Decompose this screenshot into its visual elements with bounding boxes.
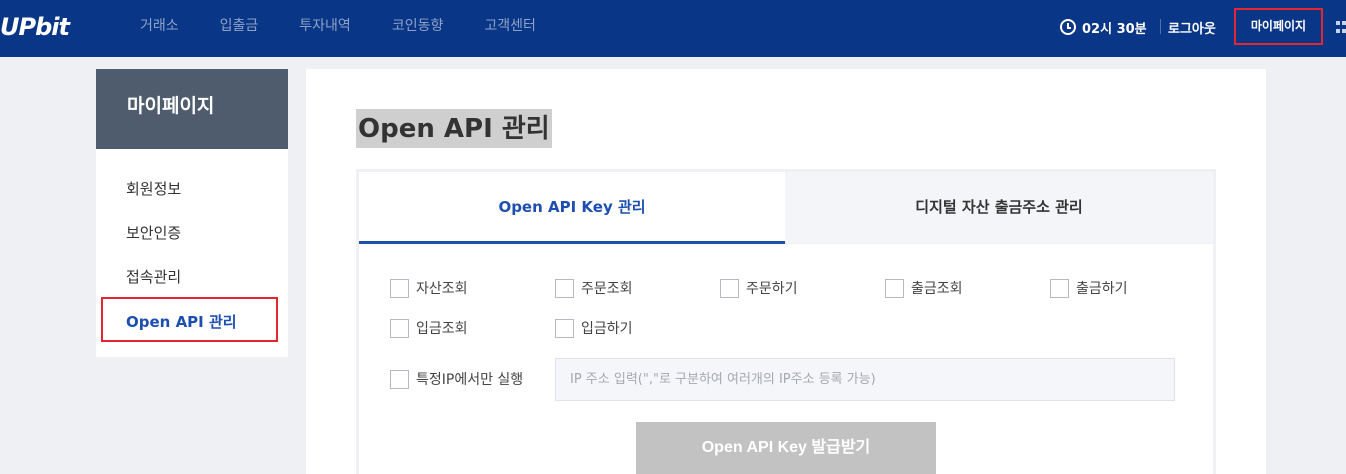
sidebar-item-access[interactable]: 접속관리 [126,266,181,287]
checkbox-ip-only[interactable]: 특정IP에서만 실행 [390,369,523,389]
sidebar-item-open-api[interactable]: Open API 관리 [126,311,237,332]
nav-exchange[interactable]: 거래소 [140,0,179,57]
checkbox-withdraw-view[interactable]: 출금조회 [885,278,963,298]
checkbox-label: 자산조회 [416,281,468,297]
session-timer-text: 02시 30분 [1082,21,1147,37]
main-nav: 거래소 입출금 투자내역 코인동향 고객센터 [140,0,577,57]
checkbox-withdraw[interactable]: 출금하기 [1050,278,1128,298]
checkbox-label: 입금조회 [416,321,468,337]
checkbox-label: 출금조회 [911,281,963,297]
checkbox-box[interactable] [1050,278,1069,298]
checkbox-box[interactable] [555,318,574,338]
ip-address-input[interactable] [555,358,1175,401]
tab-withdraw-address[interactable]: 디지털 자산 출금주소 관리 [785,172,1213,244]
upbit-logo[interactable]: UPbit [0,12,70,42]
top-nav-bar: UPbit 거래소 입출금 투자내역 코인동향 고객센터 02시 30분 로그아… [0,0,1346,57]
api-panel: Open API Key 관리 디지털 자산 출금주소 관리 자산조회 주문조회… [356,169,1216,474]
checkbox-box[interactable] [390,369,409,389]
checkbox-label: 특정IP에서만 실행 [416,372,524,388]
checkbox-label: 출금하기 [1076,281,1128,297]
apps-grid-icon[interactable] [1336,21,1346,35]
checkbox-label: 주문하기 [746,281,798,297]
checkbox-asset-view[interactable]: 자산조회 [390,278,468,298]
checkbox-label: 주문조회 [581,281,633,297]
checkbox-order[interactable]: 주문하기 [720,278,798,298]
checkbox-order-view[interactable]: 주문조회 [555,278,633,298]
page-title: Open API 관리 [356,109,552,148]
checkbox-box[interactable] [720,278,739,298]
clock-icon [1060,19,1076,35]
nav-support[interactable]: 고객센터 [484,0,536,57]
checkbox-box[interactable] [885,278,904,298]
checkbox-box[interactable] [555,278,574,298]
checkbox-deposit-view[interactable]: 입금조회 [390,318,468,338]
divider [1160,19,1161,34]
sidebar-item-security[interactable]: 보안인증 [126,222,181,243]
mypage-button[interactable]: 마이페이지 [1234,8,1323,45]
nav-deposit-withdraw[interactable]: 입출금 [220,0,259,57]
logout-button[interactable]: 로그아웃 [1168,18,1216,37]
checkbox-deposit[interactable]: 입금하기 [555,318,633,338]
main-content: Open API 관리 Open API Key 관리 디지털 자산 출금주소 … [306,69,1266,474]
sidebar-title: 마이페이지 [96,69,288,149]
tab-api-key[interactable]: Open API Key 관리 [359,172,785,244]
session-timer: 02시 30분 [1060,17,1147,37]
checkbox-label: 입금하기 [581,321,633,337]
nav-coin-trends[interactable]: 코인동향 [392,0,444,57]
checkbox-box[interactable] [390,318,409,338]
checkbox-box[interactable] [390,278,409,298]
nav-investments[interactable]: 투자내역 [299,0,351,57]
sidebar: 마이페이지 회원정보 보안인증 접속관리 Open API 관리 [96,69,288,357]
issue-api-key-button[interactable]: Open API Key 발급받기 [636,422,936,474]
sidebar-item-member-info[interactable]: 회원정보 [126,178,181,199]
